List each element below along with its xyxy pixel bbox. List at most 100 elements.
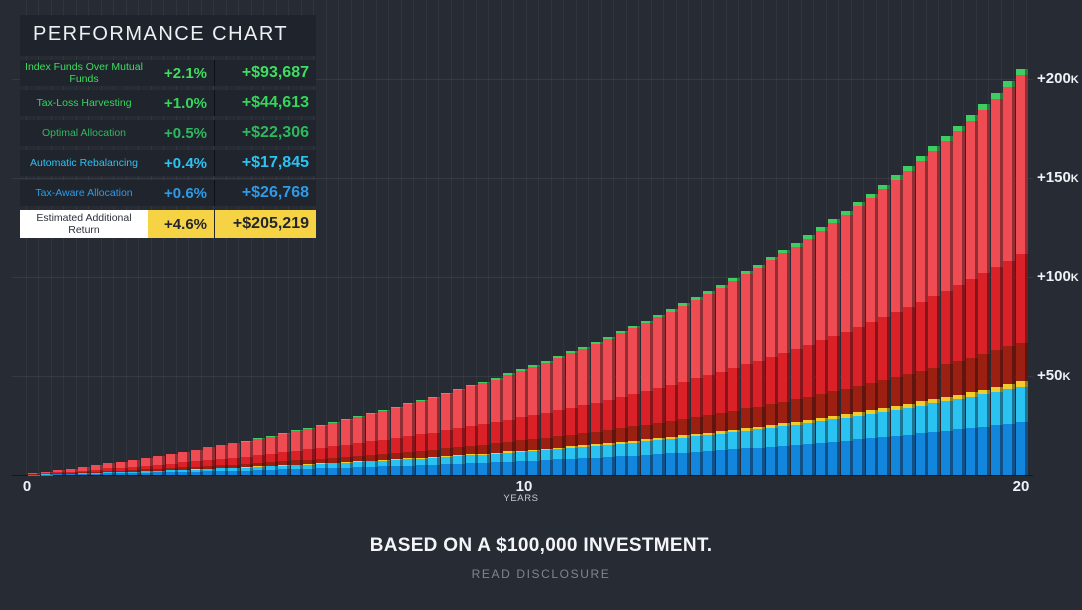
legend-row-label: Automatic Rebalancing (20, 150, 148, 176)
legend-rows: Index Funds Over Mutual Funds +2.1% +$93… (20, 60, 316, 206)
chart-bar[interactable] (916, 156, 928, 475)
legend-row-amount: +$44,613 (214, 90, 316, 116)
chart-bar[interactable] (628, 326, 640, 475)
chart-bar[interactable] (128, 460, 140, 475)
chart-bar[interactable] (453, 389, 465, 475)
chart-bar[interactable] (91, 465, 103, 475)
chart-bar[interactable] (591, 342, 603, 475)
chart-bar[interactable] (691, 297, 703, 475)
chart-bar[interactable] (491, 378, 503, 475)
chart-bar[interactable] (216, 445, 228, 475)
chart-bar[interactable] (328, 422, 340, 475)
performance-chart-app: +50K+100K+150K+200K01020 YEARS PERFORMAN… (0, 0, 1082, 610)
chart-bar[interactable] (978, 104, 990, 475)
chart-bar[interactable] (903, 166, 915, 475)
y-axis-tick: +200K (1037, 70, 1081, 87)
chart-bar[interactable] (803, 235, 815, 475)
chart-bar[interactable] (166, 454, 178, 475)
chart-bar[interactable] (341, 419, 353, 475)
chart-bar[interactable] (391, 407, 403, 475)
chart-bar[interactable] (191, 450, 203, 475)
chart-bar[interactable] (303, 428, 315, 475)
x-axis-line (12, 475, 1033, 476)
chart-bar[interactable] (1003, 81, 1015, 475)
chart-area: +50K+100K+150K+200K01020 YEARS PERFORMAN… (0, 0, 1082, 519)
chart-bar[interactable] (103, 463, 115, 475)
chart-bar[interactable] (441, 393, 453, 475)
chart-bar[interactable] (866, 194, 878, 475)
legend-row[interactable]: Tax-Aware Allocation +0.6% +$26,768 (20, 180, 316, 206)
legend-row[interactable]: Optimal Allocation +0.5% +$22,306 (20, 120, 316, 146)
chart-bar[interactable] (778, 250, 790, 475)
chart-bar[interactable] (678, 303, 690, 475)
chart-bar[interactable] (828, 219, 840, 475)
chart-bar[interactable] (941, 136, 953, 475)
chart-bar[interactable] (853, 202, 865, 475)
chart-bar[interactable] (78, 467, 90, 475)
legend-row[interactable]: Automatic Rebalancing +0.4% +$17,845 (20, 150, 316, 176)
chart-bar[interactable] (578, 347, 590, 475)
chart-bar[interactable] (416, 400, 428, 475)
legend-row-label: Index Funds Over Mutual Funds (20, 60, 148, 86)
vertical-gridline (326, 0, 327, 475)
chart-bar[interactable] (53, 470, 65, 475)
chart-bar[interactable] (878, 185, 890, 475)
read-disclosure-link[interactable]: READ DISCLOSURE (472, 567, 611, 581)
chart-bar[interactable] (791, 243, 803, 475)
chart-bar[interactable] (753, 265, 765, 475)
chart-bar[interactable] (203, 447, 215, 475)
legend-total-percent: +4.6% (148, 210, 214, 238)
chart-bar[interactable] (603, 337, 615, 475)
chart-bar[interactable] (403, 403, 415, 475)
chart-bar[interactable] (278, 433, 290, 475)
y-axis-tick: +100K (1037, 268, 1081, 285)
legend-total-row[interactable]: Estimated Additional Return +4.6% +$205,… (20, 210, 316, 238)
chart-bar[interactable] (1016, 69, 1028, 475)
chart-bar[interactable] (66, 469, 78, 475)
chart-bar[interactable] (841, 211, 853, 475)
chart-bar[interactable] (153, 456, 165, 475)
legend-row[interactable]: Index Funds Over Mutual Funds +2.1% +$93… (20, 60, 316, 86)
chart-bar[interactable] (228, 443, 240, 475)
chart-bar[interactable] (641, 321, 653, 475)
chart-bar[interactable] (991, 93, 1003, 475)
chart-bar[interactable] (266, 436, 278, 475)
chart-bar[interactable] (616, 331, 628, 475)
chart-bar[interactable] (291, 430, 303, 475)
chart-bar[interactable] (178, 452, 190, 475)
chart-bar[interactable] (716, 285, 728, 475)
chart-bar[interactable] (28, 473, 40, 475)
chart-bar[interactable] (741, 271, 753, 475)
vertical-gridline (388, 0, 389, 475)
chart-bar[interactable] (953, 126, 965, 475)
legend-row[interactable]: Tax-Loss Harvesting +1.0% +$44,613 (20, 90, 316, 116)
chart-bar[interactable] (541, 361, 553, 475)
chart-bar[interactable] (766, 257, 778, 475)
chart-bar[interactable] (141, 458, 153, 475)
chart-bar[interactable] (966, 115, 978, 475)
chart-bar[interactable] (566, 351, 578, 475)
chart-bar[interactable] (703, 291, 715, 475)
chart-bar[interactable] (816, 227, 828, 475)
chart-bar[interactable] (466, 385, 478, 475)
chart-bar[interactable] (728, 278, 740, 475)
chart-bar[interactable] (41, 472, 53, 475)
chart-bar[interactable] (116, 462, 128, 475)
chart-bar[interactable] (653, 315, 665, 475)
chart-bar[interactable] (891, 175, 903, 475)
chart-bar[interactable] (316, 425, 328, 475)
chart-bar[interactable] (928, 146, 940, 475)
chart-bar[interactable] (428, 397, 440, 475)
chart-bar[interactable] (253, 438, 265, 475)
chart-bar[interactable] (478, 382, 490, 475)
chart-bar[interactable] (241, 441, 253, 475)
chart-bar[interactable] (516, 369, 528, 475)
chart-bar[interactable] (528, 365, 540, 475)
chart-bar[interactable] (378, 410, 390, 475)
chart-bar[interactable] (366, 413, 378, 475)
chart-bar[interactable] (666, 309, 678, 475)
chart-bar[interactable] (553, 356, 565, 475)
chart-bar[interactable] (353, 416, 365, 475)
chart-bar[interactable] (503, 373, 515, 475)
legend-total-label: Estimated Additional Return (20, 210, 148, 238)
